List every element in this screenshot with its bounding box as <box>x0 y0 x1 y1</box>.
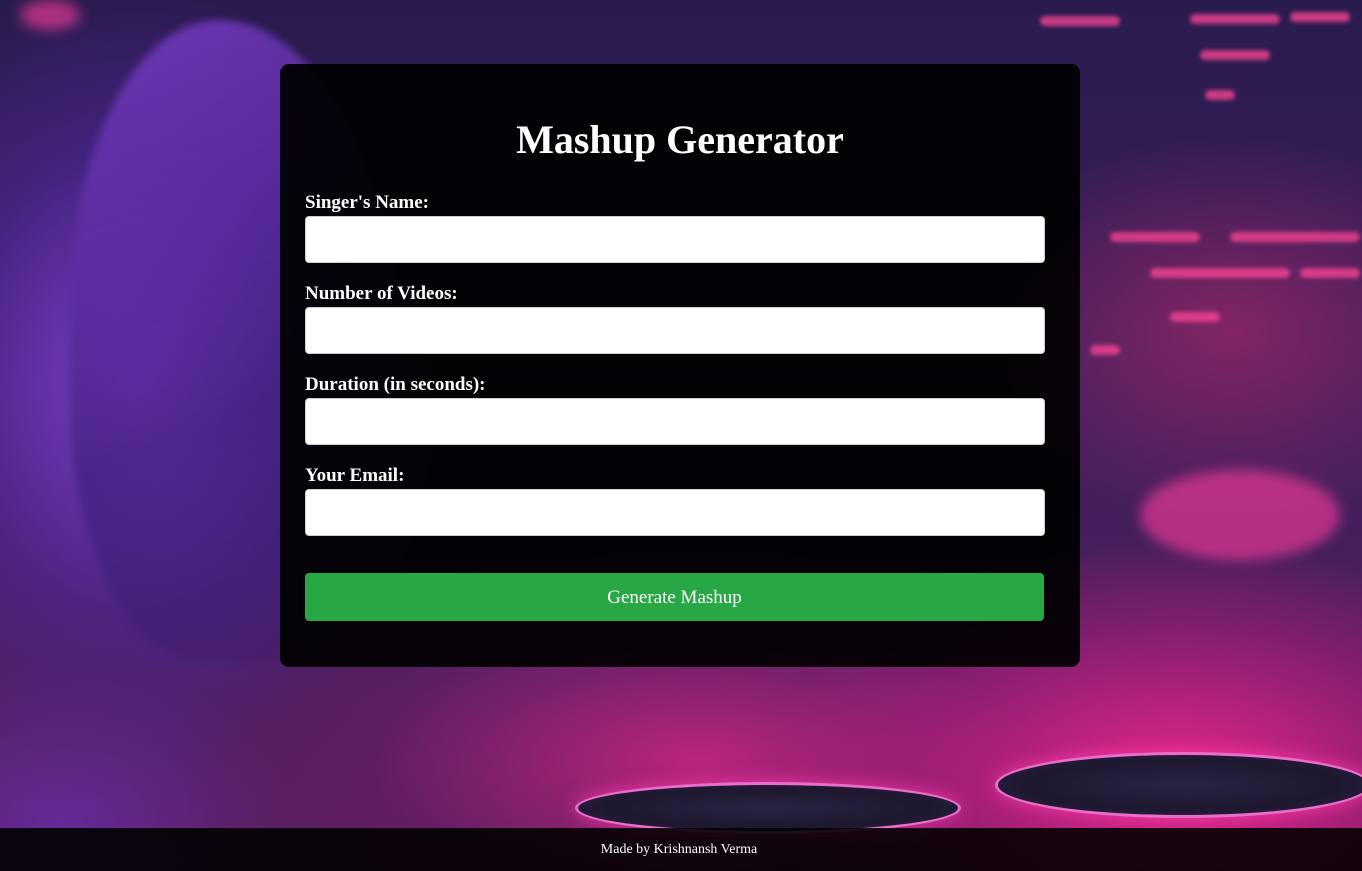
neon-light-streak <box>1110 232 1200 242</box>
duration-label: Duration (in seconds): <box>305 374 486 395</box>
number-of-videos-label: Number of Videos: <box>305 283 458 304</box>
neon-light-streak <box>1150 268 1290 278</box>
neon-light-streak <box>1230 232 1360 242</box>
mashup-form-card: Mashup Generator Singer's Name: Number o… <box>280 64 1080 667</box>
neon-light-streak <box>1170 312 1220 322</box>
neon-light-streak <box>1200 50 1270 60</box>
neon-light-streak <box>1090 345 1120 355</box>
email-input[interactable] <box>305 489 1045 536</box>
singer-name-label: Singer's Name: <box>305 192 430 213</box>
stage-light-glow <box>20 0 80 30</box>
number-of-videos-input[interactable] <box>305 307 1045 354</box>
stage-light-glow <box>1140 470 1340 560</box>
email-label: Your Email: <box>305 465 405 486</box>
neon-light-streak <box>1190 14 1280 24</box>
turntable-left <box>575 782 961 834</box>
footer: Made by Krishnansh Verma <box>0 828 1362 871</box>
footer-credit: Made by Krishnansh Verma <box>600 842 758 857</box>
turntable-right <box>995 752 1362 818</box>
neon-light-streak <box>1040 16 1120 26</box>
duration-input[interactable] <box>305 398 1045 445</box>
neon-light-streak <box>1205 90 1235 100</box>
neon-light-streak <box>1290 12 1350 22</box>
neon-light-streak <box>1300 268 1360 278</box>
singer-name-input[interactable] <box>305 216 1045 263</box>
mashup-form: Singer's Name: Number of Videos: Duratio… <box>305 192 1045 621</box>
page-title: Mashup Generator <box>516 117 844 162</box>
generate-mashup-button[interactable]: Generate Mashup <box>305 573 1044 621</box>
